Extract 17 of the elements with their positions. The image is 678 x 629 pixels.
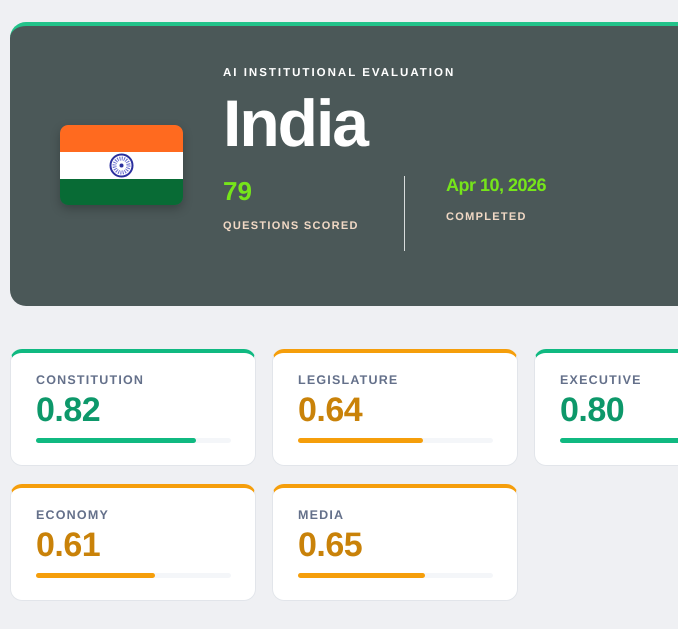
flag-icon (60, 125, 183, 205)
eyebrow-label: AI INSTITUTIONAL EVALUATION (223, 66, 456, 80)
country-title: India (223, 86, 369, 160)
score-value: 0.64 (298, 392, 364, 428)
score-value: 0.80 (560, 392, 626, 428)
category-label: EXECUTIVE (560, 373, 643, 387)
stat-label: QUESTIONS SCORED (223, 220, 360, 232)
score-value: 0.65 (298, 527, 364, 563)
stat-value: 79 (223, 178, 253, 204)
score-value: 0.82 (36, 392, 102, 428)
category-label: MEDIA (298, 508, 346, 522)
stat-value: Apr 10, 2026 (446, 176, 546, 194)
stat-label: COMPLETED (446, 211, 528, 223)
category-label: CONSTITUTION (36, 373, 146, 387)
score-value: 0.61 (36, 527, 102, 563)
category-label: LEGISLATURE (298, 373, 400, 387)
category-label: ECONOMY (36, 508, 110, 522)
